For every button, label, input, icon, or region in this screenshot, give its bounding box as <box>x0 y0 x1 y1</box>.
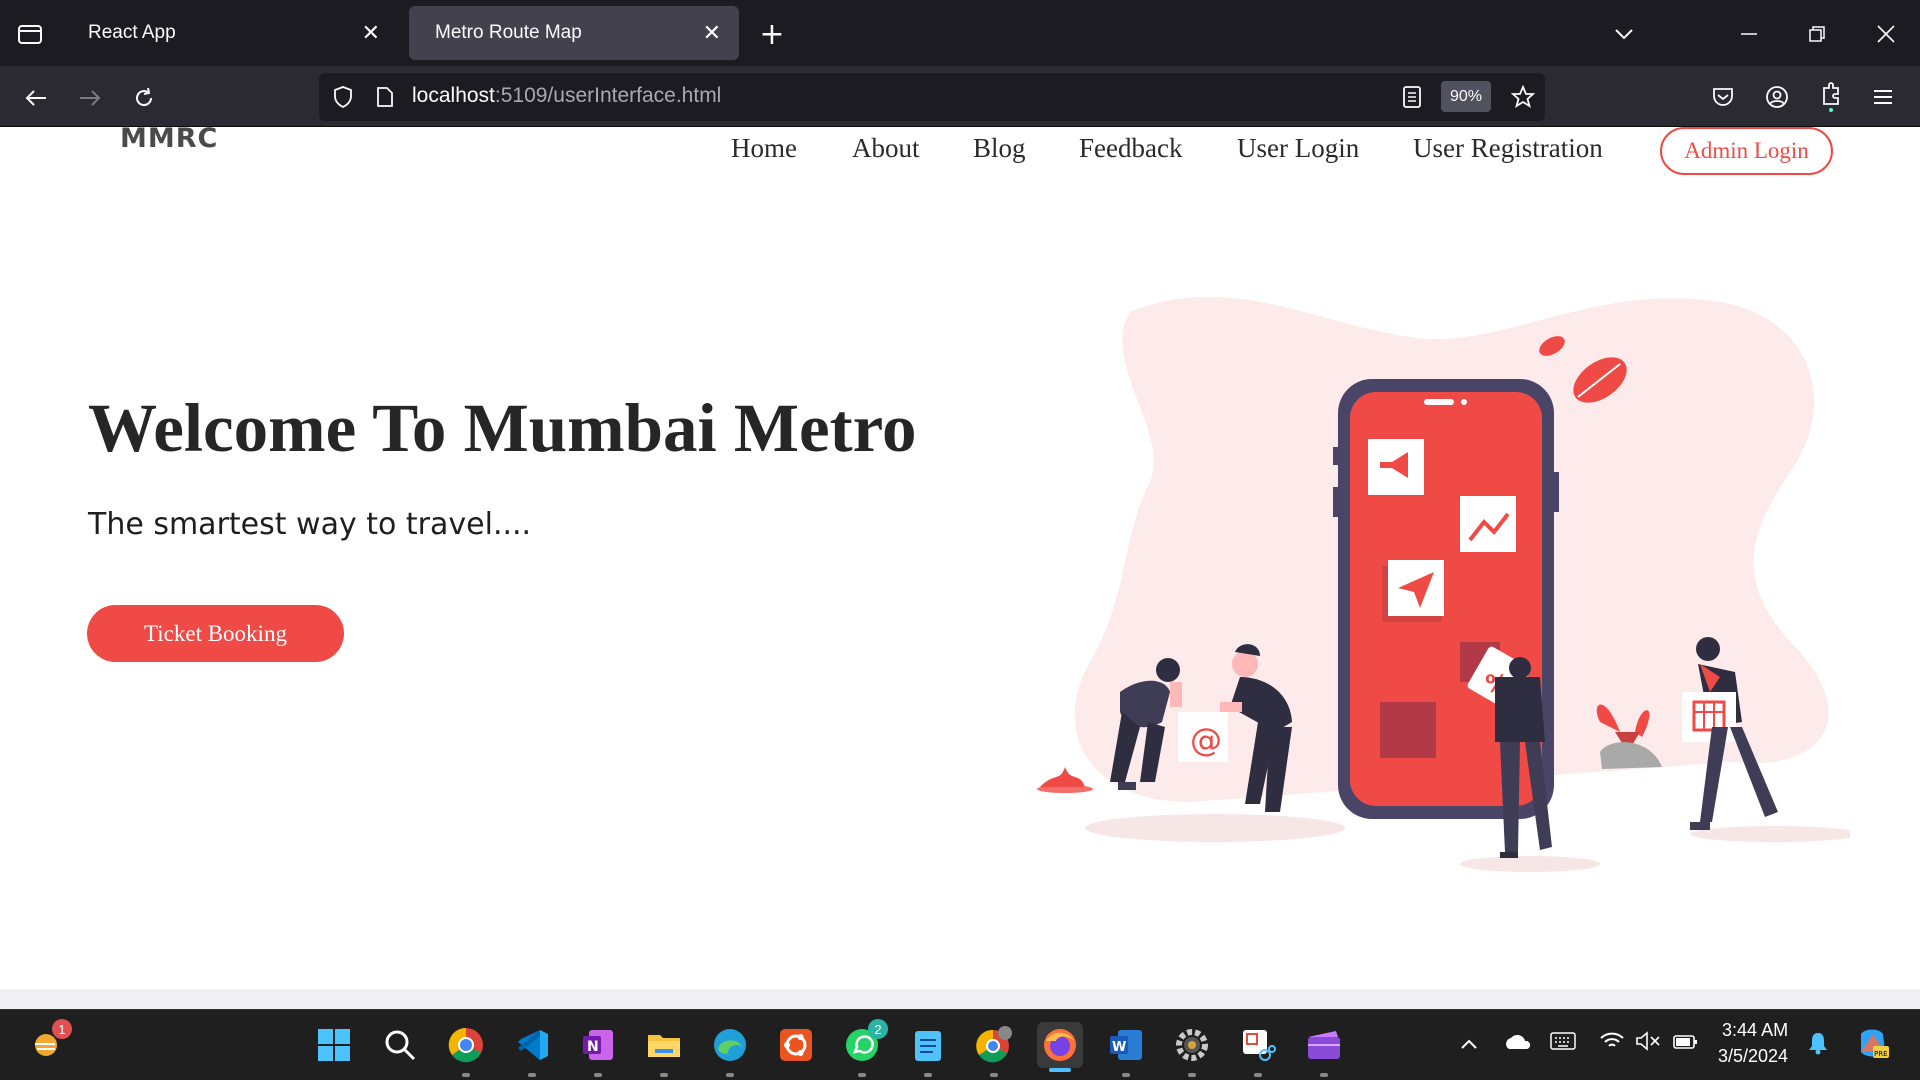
svg-text:@: @ <box>1190 721 1222 759</box>
running-indicator <box>528 1073 536 1077</box>
hero-title: Welcome To Mumbai Metro <box>88 390 917 466</box>
hero-illustration: @ % <box>1037 296 1850 872</box>
firefox-icon[interactable] <box>1037 1022 1083 1072</box>
running-indicator <box>924 1073 932 1077</box>
copilot-icon[interactable]: PRE <box>1855 1026 1891 1067</box>
start-icon[interactable] <box>314 1025 354 1065</box>
email-icon: @ <box>1178 712 1228 762</box>
volume-muted-icon[interactable] <box>1635 1031 1661 1056</box>
search-icon[interactable] <box>380 1025 420 1065</box>
list-tabs-icon[interactable] <box>1608 18 1640 50</box>
file-explorer-icon[interactable] <box>644 1025 684 1077</box>
forward-icon[interactable] <box>74 82 106 114</box>
restore-icon[interactable] <box>1801 18 1833 50</box>
extensions-icon[interactable] <box>1816 80 1846 114</box>
admin-login-button[interactable]: Admin Login <box>1660 127 1833 175</box>
url-path: :5109/userInterface.html <box>494 84 722 107</box>
active-indicator <box>1049 1068 1071 1072</box>
ubuntu-icon[interactable] <box>776 1025 816 1065</box>
settings-app-icon[interactable] <box>1172 1025 1212 1077</box>
new-tab-icon[interactable]: + <box>756 17 788 52</box>
nav-user-registration[interactable]: User Registration <box>1413 133 1603 164</box>
vscode-icon[interactable] <box>512 1025 552 1077</box>
close-icon[interactable]: ✕ <box>362 20 380 46</box>
widgets-icon[interactable]: 1 <box>26 1019 72 1065</box>
svg-text:PRE: PRE <box>1874 1050 1888 1058</box>
unread-badge: 2 <box>868 1019 888 1039</box>
web-page: MMRC Home About Blog Feedback User Login… <box>0 127 1920 989</box>
battery-icon[interactable] <box>1672 1031 1700 1056</box>
nav-feedback[interactable]: Feedback <box>1079 133 1182 164</box>
svg-text:N: N <box>587 1039 599 1055</box>
notification-badge: 1 <box>52 1019 72 1039</box>
running-indicator <box>462 1073 470 1077</box>
clock-date: 3/5/2024 <box>1718 1046 1789 1066</box>
notepad-icon[interactable] <box>908 1025 948 1077</box>
chevron-up-icon[interactable] <box>1460 1031 1478 1055</box>
running-indicator <box>858 1073 866 1077</box>
running-indicator <box>726 1073 734 1077</box>
reader-view-icon[interactable] <box>1398 82 1426 112</box>
page-info-icon[interactable] <box>372 82 398 112</box>
wifi-icon[interactable] <box>1599 1031 1625 1056</box>
browser-tab-bar: React App ✕ Metro Route Map ✕ + <box>0 0 1920 66</box>
tab-overview-icon[interactable] <box>14 18 46 50</box>
close-icon[interactable]: ✕ <box>703 20 721 46</box>
plant-icon <box>1040 767 1085 787</box>
onenote-icon[interactable]: N <box>578 1025 618 1077</box>
bookmark-star-icon[interactable] <box>1508 82 1538 112</box>
running-indicator <box>990 1073 998 1077</box>
shield-icon[interactable] <box>330 82 356 112</box>
keyboard-icon[interactable] <box>1550 1031 1576 1055</box>
url-text[interactable]: localhost:5109/userInterface.html <box>412 84 721 108</box>
chrome-icon[interactable] <box>446 1025 486 1077</box>
snipping-tool-icon[interactable] <box>1238 1025 1278 1077</box>
tab-react-app[interactable]: React App ✕ <box>62 6 398 60</box>
edge-icon[interactable] <box>710 1025 750 1077</box>
site-logo[interactable]: MMRC <box>120 127 218 154</box>
hero-subtitle: The smartest way to travel.... <box>88 507 532 542</box>
chrome-profile-icon[interactable] <box>974 1025 1014 1077</box>
pocket-icon[interactable] <box>1708 82 1738 112</box>
minimize-icon[interactable] <box>1733 18 1765 50</box>
nav-blog[interactable]: Blog <box>973 133 1026 164</box>
url-host: localhost <box>412 84 495 107</box>
nav-about[interactable]: About <box>852 133 920 164</box>
close-window-icon[interactable] <box>1870 18 1902 50</box>
menu-icon[interactable] <box>1868 82 1898 112</box>
running-indicator <box>660 1073 668 1077</box>
tab-label: Metro Route Map <box>435 22 582 43</box>
running-indicator <box>1188 1073 1196 1077</box>
windows-taskbar <box>0 1009 1920 1080</box>
word-icon[interactable]: W <box>1106 1025 1146 1077</box>
onedrive-icon[interactable] <box>1503 1031 1531 1055</box>
nav-home[interactable]: Home <box>731 133 797 164</box>
reload-icon[interactable] <box>128 82 160 114</box>
whatsapp-icon[interactable]: 2 <box>842 1019 888 1077</box>
ticket-booking-button[interactable]: Ticket Booking <box>87 605 344 662</box>
nav-user-login[interactable]: User Login <box>1237 133 1359 164</box>
account-icon[interactable] <box>1762 82 1792 112</box>
phone-illustration <box>1333 379 1559 819</box>
tab-label: React App <box>88 22 176 43</box>
clock-time: 3:44 AM <box>1722 1020 1789 1040</box>
tab-metro-route-map[interactable]: Metro Route Map ✕ <box>409 6 739 60</box>
svg-text:W: W <box>1112 1040 1126 1055</box>
running-indicator <box>1122 1073 1130 1077</box>
running-indicator <box>1320 1073 1328 1077</box>
bell-icon[interactable] <box>1807 1031 1829 1060</box>
running-indicator <box>594 1073 602 1077</box>
zoom-level-badge[interactable]: 90% <box>1441 81 1491 112</box>
system-clock[interactable]: 3:44 AM 3/5/2024 <box>1718 1017 1788 1069</box>
back-icon[interactable] <box>20 82 52 114</box>
clipchamp-icon[interactable] <box>1304 1025 1344 1077</box>
running-indicator <box>1254 1073 1262 1077</box>
page-bottom-edge <box>0 989 1920 1009</box>
